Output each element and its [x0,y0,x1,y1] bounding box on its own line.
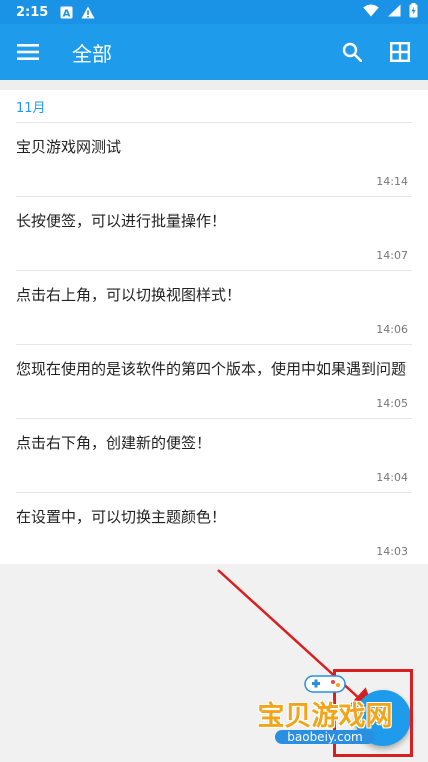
app-bar-shadow [0,80,428,90]
note-time: 14:14 [376,175,408,188]
note-title: 点击右下角，创建新的便签！ [16,434,212,452]
note-time: 14:05 [376,397,408,410]
grid-view-button[interactable] [376,24,424,80]
search-icon [342,42,362,62]
battery-icon [409,2,418,22]
app-bar: 全部 [0,24,428,80]
search-button[interactable] [328,24,376,80]
note-title: 宝贝游戏网测试 [16,138,122,156]
list-item[interactable]: 长按便签，可以进行批量操作！ 14:07 [16,196,412,270]
wifi-icon [363,4,379,21]
list-item[interactable]: 在设置中，可以切换主题颜色！ 14:03 [16,492,412,566]
note-title: 您现在使用的是该软件的第四个版本，使用中如果遇到问题 [16,360,407,378]
grid-view-icon [390,42,410,62]
note-time: 14:03 [376,545,408,558]
list-item[interactable]: 点击右下角，创建新的便签！ 14:04 [16,418,412,492]
note-time: 14:07 [376,249,408,262]
note-list: 11月 宝贝游戏网测试 14:14 长按便签，可以进行批量操作！ 14:07 点… [0,90,428,564]
list-item[interactable]: 您现在使用的是该软件的第四个版本，使用中如果遇到问题 14:05 [16,344,412,418]
list-item[interactable]: 宝贝游戏网测试 14:14 [16,122,412,196]
a-notification-icon: A [60,6,73,19]
note-title: 在设置中，可以切换主题颜色！ [16,508,227,526]
note-title: 长按便签，可以进行批量操作！ [16,212,227,230]
watermark-text: 宝贝游戏网 [257,701,393,732]
menu-button[interactable] [0,24,56,80]
status-time: 2:15 [16,4,49,20]
alert-icon [81,6,95,19]
gamepad-icon [304,675,346,693]
note-time: 14:04 [376,471,408,484]
menu-icon [17,44,39,60]
watermark-url: baobeiy.com [275,730,375,744]
note-time: 14:06 [376,323,408,336]
note-title: 点击右上角，可以切换视图样式！ [16,286,242,304]
signal-icon [387,4,401,21]
page-title: 全部 [72,41,112,66]
watermark-logo: 宝贝游戏网 baobeiy.com [255,672,395,752]
month-header: 11月 [16,100,46,116]
list-item[interactable]: 点击右上角，可以切换视图样式！ 14:06 [16,270,412,344]
status-bar: 2:15 A [0,0,428,24]
svg-text:A: A [63,8,71,19]
